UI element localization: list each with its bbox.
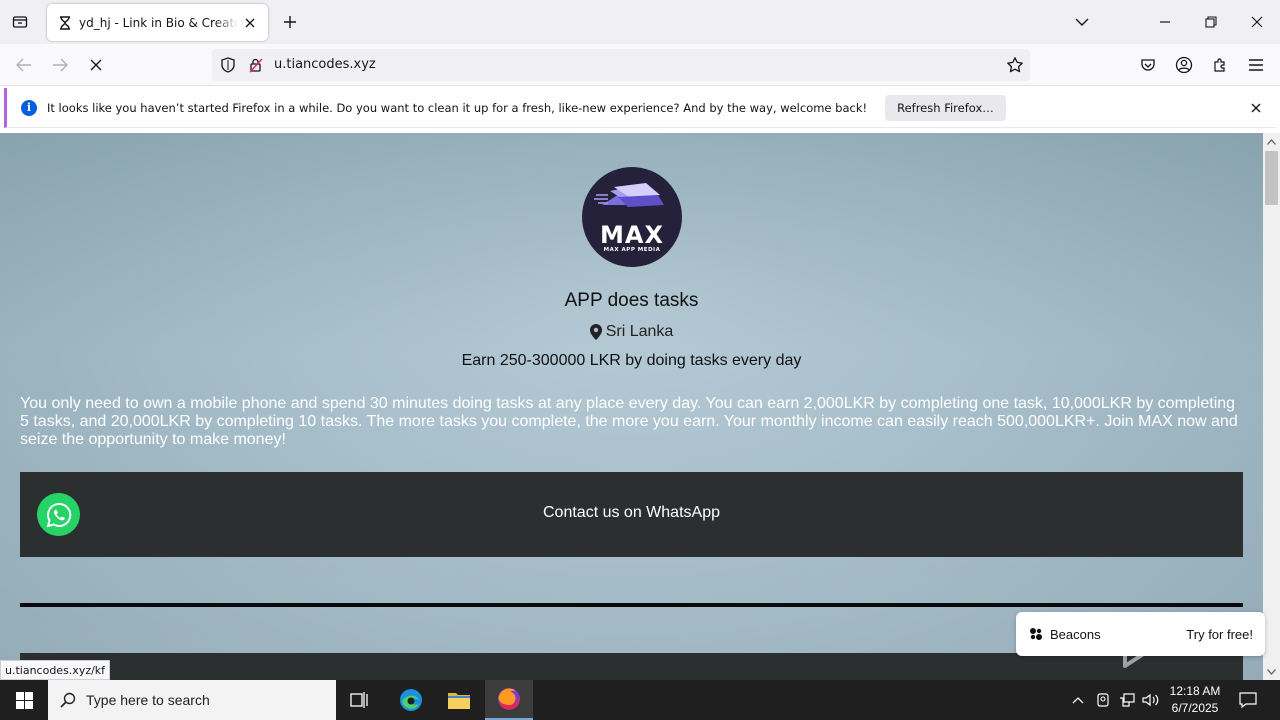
tab-strip: yd_hj - Link in Bio & Creator Tools | Be… [0, 0, 1280, 44]
notification-message: It looks like you haven’t started Firefo… [47, 100, 868, 115]
scrollbar-thumb[interactable] [1265, 151, 1278, 205]
windows-taskbar: Type here to search 12:18 AM 6/7/2025 [0, 680, 1280, 720]
book-pages-icon [594, 183, 664, 207]
tab-close-icon[interactable] [242, 15, 258, 31]
close-window-icon[interactable] [1245, 10, 1269, 34]
try-for-free-link[interactable]: Try for free! [1186, 627, 1253, 642]
notifications-action-center-icon[interactable] [1236, 680, 1260, 720]
clock-time: 12:18 AM [1169, 684, 1221, 698]
logo-subtitle: MAX APP MEDIA [603, 247, 661, 253]
loading-hourglass-icon [57, 15, 73, 31]
insecure-lock-icon[interactable] [248, 57, 264, 76]
pocket-icon[interactable] [1136, 53, 1160, 77]
beacons-name: Beacons [1050, 626, 1101, 642]
file-explorer-taskbar-button[interactable] [435, 680, 483, 720]
restore-window-icon[interactable] [1199, 10, 1223, 34]
clock-date: 6/7/2025 [1171, 701, 1219, 715]
volume-speaker-icon[interactable] [1141, 680, 1161, 720]
search-icon [60, 692, 76, 708]
edge-taskbar-button[interactable] [387, 680, 435, 720]
start-button[interactable] [0, 680, 48, 720]
section-divider [20, 603, 1243, 607]
profile-tagline: Earn 250-300000 LKR by doing tasks every… [461, 352, 802, 369]
refresh-firefox-button[interactable]: Refresh Firefox… [885, 94, 1006, 121]
extensions-puzzle-icon[interactable] [1208, 53, 1232, 77]
firefox-view-icon [12, 16, 28, 28]
url-bar[interactable]: u.tiancodes.xyz [212, 49, 1030, 81]
taskbar-search-box[interactable]: Type here to search [48, 680, 336, 720]
windows-logo-icon [15, 691, 33, 709]
page-content: MAX MAX APP MEDIA APP does tasks Sri Lan… [0, 133, 1263, 680]
map-pin-icon [589, 324, 602, 340]
refresh-firefox-notification: i It looks like you haven’t started Fire… [4, 88, 1276, 128]
minimize-window-icon[interactable] [1153, 10, 1177, 34]
profile-headline: APP does tasks [564, 290, 699, 311]
forward-arrow-icon[interactable] [48, 53, 72, 77]
show-hidden-icons-chevron-icon[interactable] [1068, 680, 1088, 720]
info-icon: i [21, 99, 37, 116]
max-app-media-logo: MAX MAX APP MEDIA [582, 167, 682, 267]
search-placeholder: Type here to search [86, 692, 210, 708]
logo-brand: MAX [600, 221, 664, 249]
edge-icon [400, 689, 422, 711]
network-icon[interactable] [1117, 680, 1137, 720]
beacons-badge[interactable]: Beacons Try for free! [1016, 612, 1265, 656]
navigation-toolbar: u.tiancodes.xyz [0, 44, 1280, 86]
page-scrollbar[interactable] [1263, 133, 1280, 680]
back-arrow-icon[interactable] [12, 53, 36, 77]
task-view-icon [350, 692, 368, 708]
whatsapp-link-label: Contact us on WhatsApp [543, 504, 720, 521]
tracking-protection-shield-icon[interactable] [220, 57, 236, 76]
link-status-bar: u.tiancodes.xyz/kf [0, 660, 111, 680]
folder-icon [448, 693, 470, 709]
next-link-card[interactable] [20, 653, 1243, 680]
tab-title: yd_hj - Link in Bio & Creator Tools | Be… [79, 15, 238, 30]
meet-now-icon[interactable] [1094, 680, 1112, 720]
bookmark-star-icon[interactable] [1006, 56, 1024, 77]
stop-loading-x-icon[interactable] [84, 53, 108, 77]
whatsapp-contact-link[interactable]: Contact us on WhatsApp [20, 472, 1243, 557]
firefox-view-button[interactable] [8, 10, 32, 34]
url-text[interactable]: u.tiancodes.xyz [274, 57, 376, 72]
account-icon[interactable] [1172, 53, 1196, 77]
new-tab-plus-icon[interactable] [280, 12, 300, 32]
location-text: Sri Lanka [605, 323, 674, 340]
scroll-up-arrow-icon[interactable] [1263, 133, 1280, 150]
url-host: u.tiancodes.xyz [274, 57, 376, 72]
notification-close-icon[interactable] [1248, 100, 1264, 116]
taskbar-clock[interactable]: 12:18 AM 6/7/2025 [1166, 683, 1224, 717]
scroll-down-arrow-icon[interactable] [1263, 663, 1280, 680]
active-tab[interactable]: yd_hj - Link in Bio & Creator Tools | Be… [47, 4, 268, 41]
beacons-logo-icon [1030, 628, 1042, 640]
list-all-tabs-chevron-icon[interactable] [1070, 10, 1094, 34]
firefox-icon [498, 688, 520, 710]
hamburger-menu-icon[interactable] [1244, 53, 1268, 77]
task-view-button[interactable] [336, 680, 384, 720]
firefox-taskbar-button[interactable] [485, 680, 533, 720]
profile-location: Sri Lanka [0, 323, 1263, 341]
profile-description: You only need to own a mobile phone and … [20, 395, 1238, 448]
